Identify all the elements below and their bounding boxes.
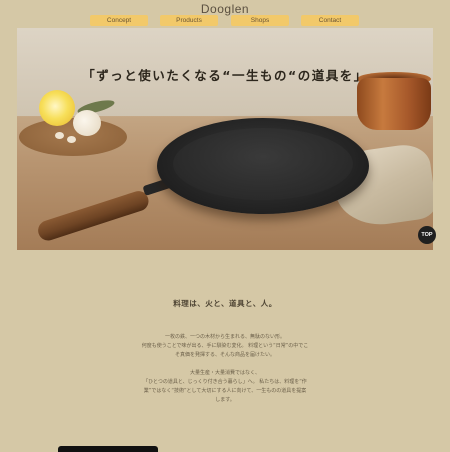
garlic-clove [67,136,76,143]
main-nav: Concept Products Shops Contact [0,15,450,26]
nav-shops-button[interactable]: Shops [231,15,289,26]
brand-logo[interactable]: Dooglen [0,2,450,16]
paragraph-line: 一枚の鉄、一つの木材から生まれる、無駄のない形。 [164,334,285,340]
paragraph-line: 「ひとつの道具と、じっくり付き合う暮らし」へ。 私たちは、料理を“作 [143,379,307,385]
copper-pot [357,78,431,130]
section-title: 料理は、火と、道具と、人。 [173,299,277,308]
nav-contact-button[interactable]: Contact [301,15,359,26]
pan-handle [35,188,152,244]
nav-products-button[interactable]: Products [160,15,218,26]
garlic [73,110,101,136]
hero-image: 「ずっと使いたくなる“一生もの“の道具を」 [17,28,433,250]
bottom-bar [58,446,158,452]
paragraph-line: そ真価を発揮する、そんな商品を届けたい。 [174,352,275,358]
back-to-top-button[interactable]: TOP [418,226,436,244]
intro-paragraph-2: 大量生産・大量消費ではなく、 「ひとつの道具と、じっくり付き合う暮らし」へ。 私… [90,369,360,405]
frying-pan [157,118,369,214]
paragraph-line: します。 [215,397,235,403]
lemon [39,90,75,126]
nav-concept-button[interactable]: Concept [90,15,148,26]
intro-paragraph-1: 一枚の鉄、一つの木材から生まれる、無駄のない形。 何度も使うことで味が出る、手に… [90,333,360,360]
paragraph-line: 業”ではなく“技術”として大切にする人に向けて、一生ものの道具を提案 [143,388,307,394]
hero-tagline: 「ずっと使いたくなる“一生もの“の道具を」 [82,68,368,83]
garlic-clove [55,132,64,139]
pan-surface [173,128,353,200]
paragraph-line: 何度も使うことで味が出る、手に馴染む変化。 料理という“日常”の中でこ [141,343,309,349]
site-header: Dooglen Concept Products Shops Contact [0,0,450,28]
paragraph-line: 大量生産・大量消費ではなく、 [189,370,260,376]
